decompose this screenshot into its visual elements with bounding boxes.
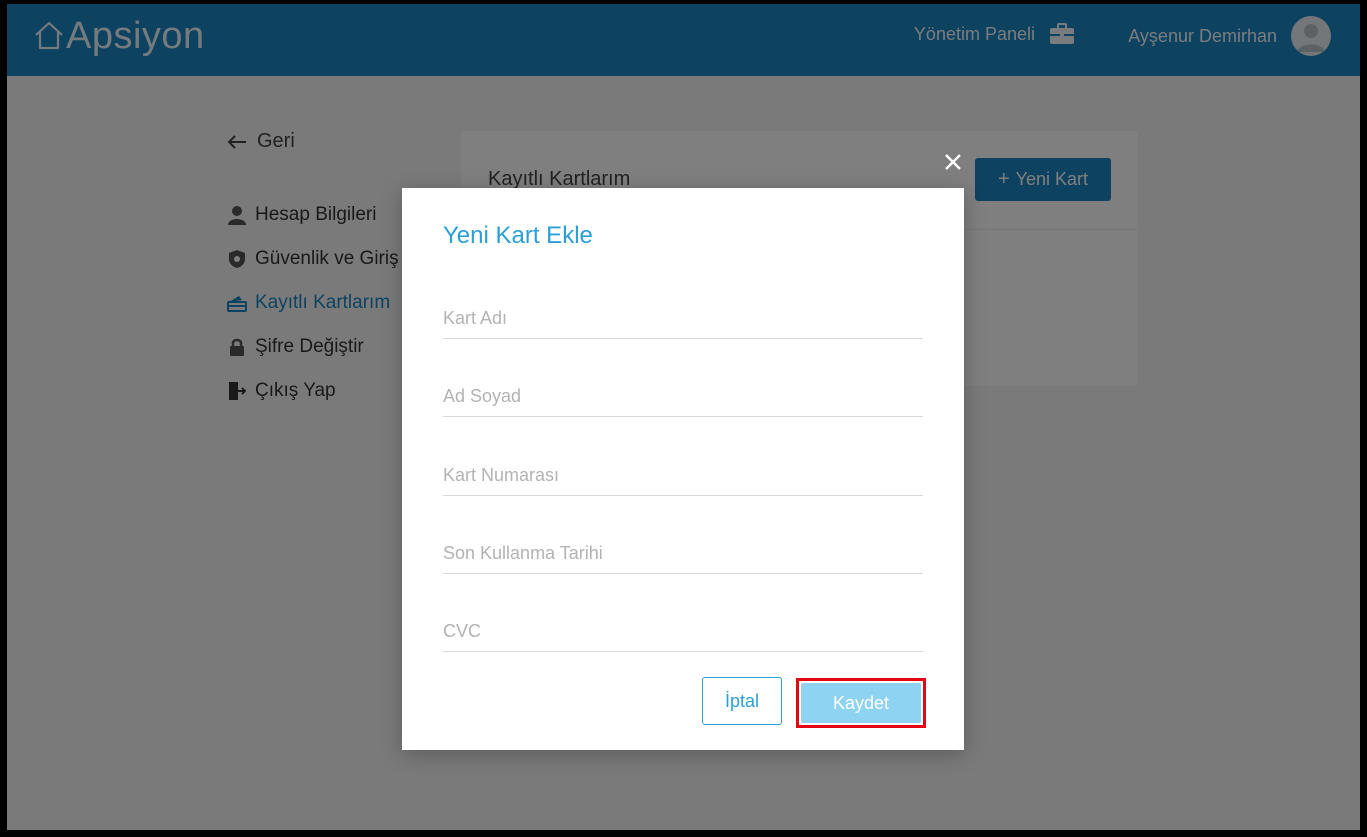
card-number-field xyxy=(443,455,923,496)
card-number-input[interactable] xyxy=(443,455,923,495)
cvc-input[interactable] xyxy=(443,611,923,651)
cvc-field xyxy=(443,611,923,652)
add-card-modal: Yeni Kart Ekle İptal Kaydet xyxy=(402,188,964,750)
save-button-highlight: Kaydet xyxy=(796,678,926,728)
card-name-field xyxy=(443,298,923,339)
app-frame: Apsiyon Yönetim Paneli Ayşenur Demirhan xyxy=(7,4,1360,830)
modal-title: Yeni Kart Ekle xyxy=(443,222,593,249)
full-name-input[interactable] xyxy=(443,376,923,416)
card-name-input[interactable] xyxy=(443,298,923,338)
cancel-button[interactable]: İptal xyxy=(702,677,782,725)
close-icon[interactable] xyxy=(942,151,964,173)
full-name-field xyxy=(443,376,923,417)
save-button[interactable]: Kaydet xyxy=(801,683,921,723)
expiry-date-field xyxy=(443,533,923,574)
expiry-date-input[interactable] xyxy=(443,533,923,573)
